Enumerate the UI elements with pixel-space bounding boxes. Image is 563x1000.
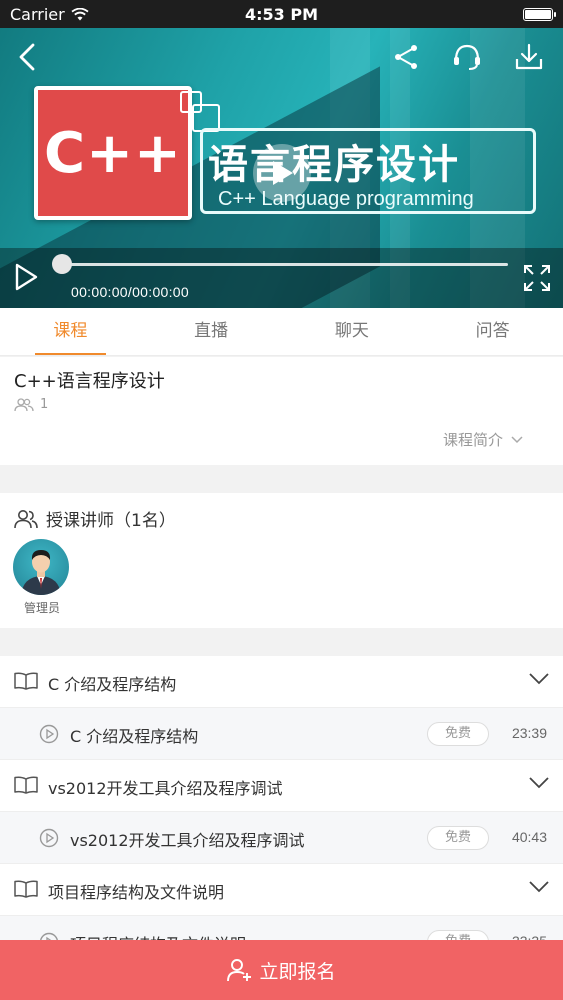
lesson-duration: 40:43 bbox=[511, 829, 547, 845]
video-time: 00:00:00/00:00:00 bbox=[71, 284, 189, 300]
teachers-section: 授课讲师（1名） 管理员 bbox=[0, 493, 563, 628]
chapter-title: 项目程序结构及文件说明 bbox=[48, 883, 225, 902]
share-icon bbox=[395, 45, 417, 69]
cpp-logo-badge: C++ bbox=[34, 86, 192, 220]
battery-icon bbox=[353, 7, 556, 21]
clock: 4:53 PM bbox=[244, 4, 318, 24]
fullscreen-icon bbox=[524, 265, 550, 291]
lesson-title: C 介绍及程序结构 bbox=[70, 727, 199, 746]
teachers-heading-text: 授课讲师（1名） bbox=[46, 511, 176, 531]
student-count-value: 1 bbox=[40, 397, 49, 412]
free-badge: 免费 bbox=[427, 826, 489, 850]
center-play-button[interactable] bbox=[253, 144, 311, 202]
tab-live[interactable]: 直播 bbox=[141, 308, 282, 355]
person-avatar-icon bbox=[21, 550, 61, 595]
chapter-title: C 介绍及程序结构 bbox=[48, 675, 177, 694]
lesson-title: vs2012开发工具介绍及程序调试 bbox=[70, 831, 305, 850]
chapter-list: C 介绍及程序结构 C 介绍及程序结构 免费 23:39 vs2012开发工具介… bbox=[0, 656, 563, 968]
enroll-button[interactable]: 立即报名 bbox=[0, 940, 563, 1000]
play-circle-icon bbox=[39, 828, 59, 848]
avatar[interactable] bbox=[13, 539, 69, 595]
tab-chat[interactable]: 聊天 bbox=[282, 308, 423, 355]
tab-bar: 课程 直播 聊天 问答 bbox=[0, 308, 563, 356]
back-button[interactable] bbox=[10, 40, 44, 74]
chapter-header[interactable]: C 介绍及程序结构 bbox=[0, 656, 563, 708]
status-bar: Carrier 4:53 PM bbox=[0, 0, 563, 28]
chapter-header[interactable]: vs2012开发工具介绍及程序调试 bbox=[0, 760, 563, 812]
play-circle-icon bbox=[39, 724, 59, 744]
video-controls: 00:00:00/00:00:00 bbox=[0, 248, 563, 308]
back-arrow-icon bbox=[19, 43, 35, 71]
progress-knob[interactable] bbox=[52, 254, 72, 274]
video-top-bar bbox=[0, 28, 563, 88]
chapter-title: vs2012开发工具介绍及程序调试 bbox=[48, 779, 283, 798]
tab-course[interactable]: 课程 bbox=[0, 308, 141, 355]
chapter-header[interactable]: 项目程序结构及文件说明 bbox=[0, 864, 563, 916]
headset-icon bbox=[454, 44, 480, 70]
add-user-icon bbox=[227, 959, 252, 982]
teacher-name: 管理员 bbox=[23, 601, 60, 615]
chevron-down-icon bbox=[511, 435, 523, 443]
chevron-down-icon bbox=[529, 881, 549, 893]
download-icon bbox=[515, 43, 543, 70]
book-icon bbox=[14, 880, 38, 898]
chevron-down-icon bbox=[529, 673, 549, 685]
play-outline-icon bbox=[15, 263, 38, 291]
download-button[interactable] bbox=[512, 40, 546, 74]
carrier-group: Carrier bbox=[10, 5, 210, 24]
book-icon bbox=[14, 672, 38, 690]
users-icon bbox=[14, 509, 38, 528]
lesson-duration: 23:39 bbox=[511, 725, 547, 741]
progress-track[interactable] bbox=[62, 263, 508, 266]
users-icon bbox=[14, 397, 34, 411]
lesson-item[interactable]: vs2012开发工具介绍及程序调试 免费 40:43 bbox=[0, 812, 563, 864]
student-count: 1 bbox=[14, 397, 48, 412]
teachers-heading: 授课讲师（1名） bbox=[14, 506, 176, 531]
course-info: C++语言程序设计 1 课程简介 bbox=[0, 357, 563, 465]
tab-qa[interactable]: 问答 bbox=[422, 308, 563, 355]
wifi-icon bbox=[71, 7, 89, 20]
course-intro-toggle[interactable]: 课程简介 bbox=[443, 429, 523, 450]
carrier-label: Carrier bbox=[10, 4, 65, 24]
share-button[interactable] bbox=[389, 40, 423, 74]
cpp-logo-text: C++ bbox=[44, 120, 182, 186]
course-intro-label: 课程简介 bbox=[442, 431, 503, 449]
enroll-label: 立即报名 bbox=[259, 960, 336, 983]
fullscreen-button[interactable] bbox=[523, 264, 551, 296]
book-icon bbox=[14, 776, 38, 794]
support-button[interactable] bbox=[450, 40, 484, 74]
course-title: C++语言程序设计 bbox=[14, 371, 165, 392]
video-title-cn: 语言程序设计 bbox=[208, 142, 460, 188]
free-badge: 免费 bbox=[427, 722, 489, 746]
video-title-en: C++ Language programming bbox=[218, 188, 474, 210]
lesson-item[interactable]: C 介绍及程序结构 免费 23:39 bbox=[0, 708, 563, 760]
chevron-down-icon bbox=[529, 777, 549, 789]
play-pause-button[interactable] bbox=[12, 262, 40, 296]
play-icon bbox=[273, 161, 293, 185]
